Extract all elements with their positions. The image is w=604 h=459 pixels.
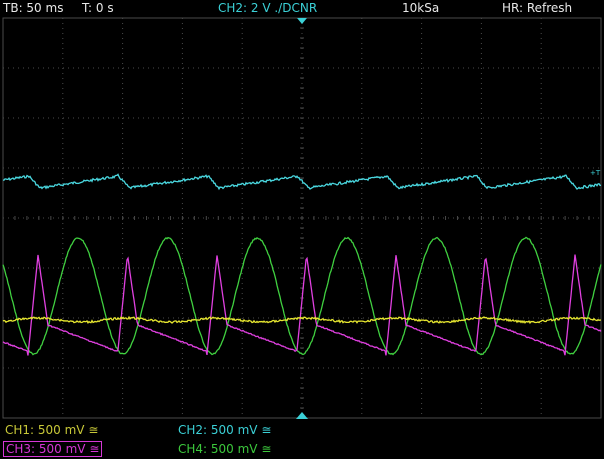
ch1-scale[interactable]: CH1: 500 mV ≅	[3, 423, 100, 437]
trigger-position-marker-bottom	[296, 412, 308, 419]
ch1-trace	[2, 315, 602, 325]
trigger-level-marker[interactable]: +T	[590, 169, 601, 177]
waveform-display[interactable]: +T	[0, 0, 604, 459]
ch2-trace	[3, 173, 602, 191]
graticule	[2, 17, 602, 419]
ch2-scale[interactable]: CH2: 500 mV ≅	[176, 423, 273, 437]
channel-bar: CH1: 500 mV ≅ CH2: 500 mV ≅ CH3: 500 mV …	[0, 420, 604, 459]
ch4-scale[interactable]: CH4: 500 mV ≅	[176, 442, 273, 456]
ch3-trace	[2, 254, 602, 356]
ch3-scale[interactable]: CH3: 500 mV ≅	[3, 441, 103, 457]
trigger-position-marker-top	[297, 18, 307, 24]
